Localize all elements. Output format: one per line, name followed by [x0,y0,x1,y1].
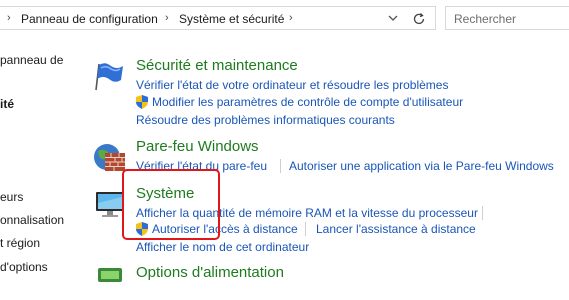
left-nav-personalization[interactable]: onnalisation [0,213,64,227]
link-separator [482,206,483,220]
link-separator [305,222,306,236]
left-nav-ease-of-access[interactable]: d'options [0,260,48,274]
left-nav-control-panel-home[interactable]: panneau de [0,53,63,67]
search-box[interactable]: Rechercher [445,6,569,30]
chevron-right-icon[interactable]: › [7,12,11,24]
flag-icon[interactable] [92,58,128,94]
breadcrumb-control-panel[interactable]: Panneau de configuration [21,12,158,26]
search-placeholder: Rechercher [454,12,517,26]
category-title-security-maintenance[interactable]: Sécurité et maintenance [136,57,298,74]
link-allow-app-through-firewall[interactable]: Autoriser une application via le Pare-fe… [289,159,554,173]
left-nav-users[interactable]: eurs [0,190,23,204]
top-bar: › Panneau de configuration › Système et … [0,0,569,36]
refresh-icon[interactable] [411,11,427,27]
category-title-firewall[interactable]: Pare-feu Windows [136,138,259,155]
link-change-uac-settings[interactable]: Modifier les paramètres de contrôle de c… [152,95,463,109]
link-troubleshoot-common-problems[interactable]: Résoudre des problèmes informatiques cou… [136,113,395,127]
brick-wall-icon[interactable] [91,139,127,175]
shield-icon [136,95,148,109]
link-separator [280,159,281,173]
left-nav-region[interactable]: t région [0,236,40,250]
link-check-computer-status[interactable]: Vérifier l'état de votre ordinateur et r… [136,78,448,92]
link-view-computer-name[interactable]: Afficher le nom de cet ordinateur [136,240,309,254]
highlight-annotation [122,169,220,240]
address-bar[interactable]: › Panneau de configuration › Système et … [0,6,436,30]
category-title-power-options[interactable]: Options d'alimentation [136,264,284,281]
chevron-down-icon[interactable] [386,11,400,25]
chevron-right-icon[interactable]: › [165,12,169,24]
battery-icon[interactable] [92,264,128,300]
left-nav-system-security[interactable]: ité [0,97,14,111]
left-nav-pane: panneau de ité eurs onnalisation t régio… [0,36,100,277]
breadcrumb-system-security[interactable]: Système et sécurité [179,12,284,26]
chevron-right-icon[interactable]: › [289,12,293,24]
link-launch-remote-assistance[interactable]: Lancer l'assistance à distance [316,222,476,236]
